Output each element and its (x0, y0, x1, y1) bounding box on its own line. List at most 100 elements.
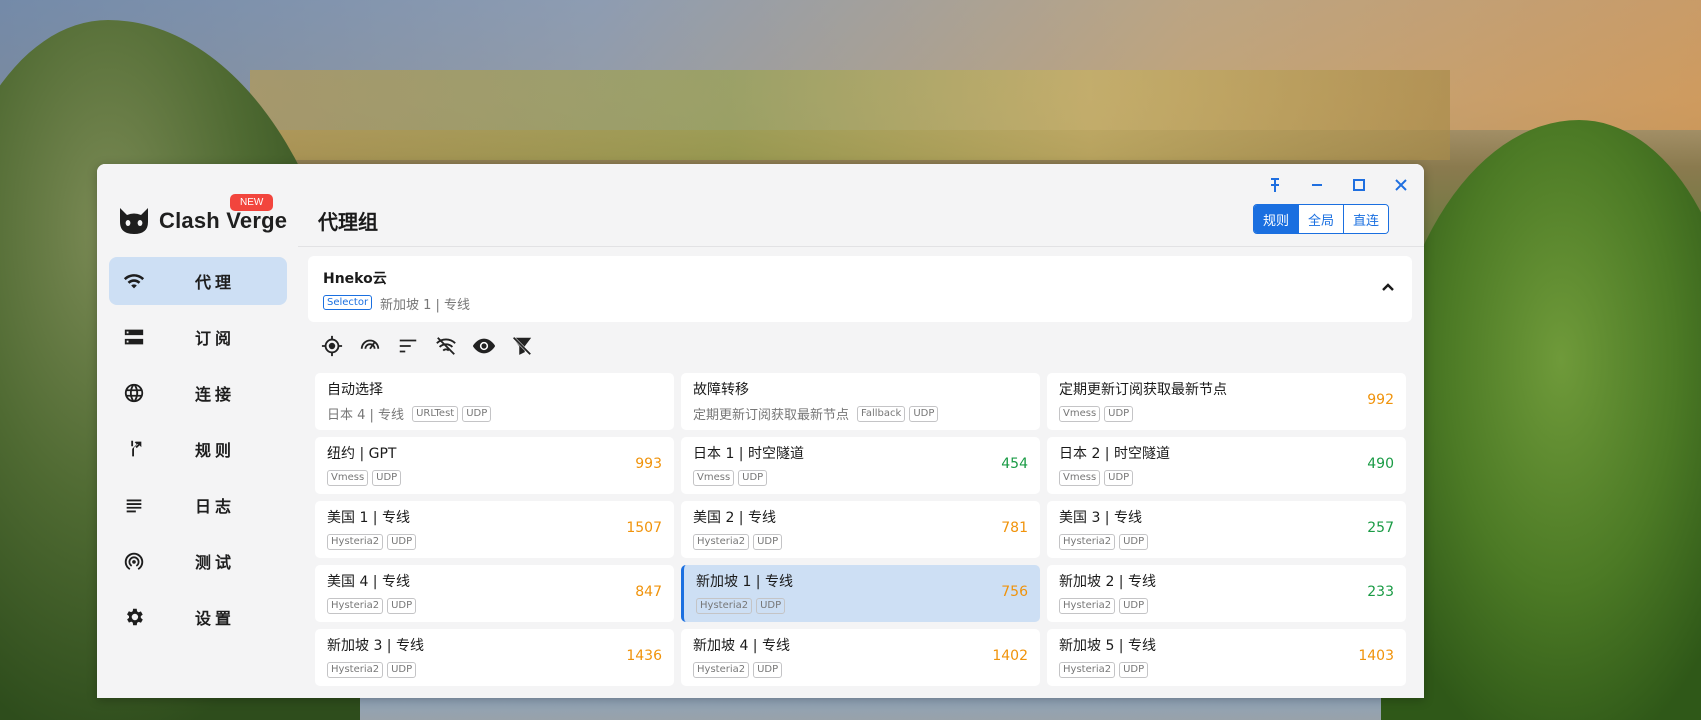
wifi-icon (123, 270, 145, 292)
pin-icon[interactable] (1264, 174, 1286, 196)
sidebar-item-label: 代理 (195, 273, 236, 292)
divider (298, 246, 1424, 247)
mode-direct-button[interactable]: 直连 (1343, 205, 1388, 233)
sidebar-item-logs[interactable]: 日志 (109, 481, 287, 529)
proxy-delay[interactable]: 992 (1367, 392, 1394, 408)
proxy-delay[interactable]: 1507 (626, 520, 662, 536)
proxy-tag: UDP (387, 598, 417, 614)
app-window: NEW Clash Verge 代理 订阅 连接 规则 日志 测试 设置 代理组… (97, 164, 1424, 698)
proxy-delay[interactable]: 1403 (1358, 648, 1394, 664)
proxy-meta: Hysteria2 UDP (1059, 662, 1149, 678)
proxy-meta: Hysteria2 UDP (327, 534, 417, 550)
proxy-tag: Vmess (693, 470, 735, 486)
minimize-icon[interactable] (1306, 174, 1328, 196)
visibility-icon[interactable] (472, 334, 495, 357)
proxy-tag: Hysteria2 (693, 662, 750, 678)
proxy-toolbar (320, 334, 533, 357)
proxy-tag: Hysteria2 (1059, 598, 1116, 614)
proxy-list: 自动选择 日本 4 | 专线 URLTest UDP 故障转移 定期更新订阅获取最新节点 F… (315, 373, 1406, 686)
proxy-delay[interactable]: 847 (635, 584, 662, 600)
proxy-name: 新加坡 1 | 专线 (696, 574, 793, 590)
proxy-delay[interactable]: 233 (1367, 584, 1394, 600)
proxy-card[interactable]: 日本 2 | 时空隧道 Vmess UDP 490 (1047, 437, 1406, 494)
sidebar-item-label: 日志 (195, 497, 236, 516)
sidebar-item-settings[interactable]: 设置 (109, 593, 287, 641)
proxy-name: 新加坡 5 | 专线 (1059, 638, 1156, 654)
proxy-card[interactable]: 新加坡 1 | 专线 Hysteria2 UDP 756 (681, 565, 1040, 622)
proxy-delay[interactable]: 1436 (626, 648, 662, 664)
sidebar: NEW Clash Verge 代理 订阅 连接 规则 日志 测试 设置 (97, 164, 299, 698)
maximize-icon[interactable] (1348, 174, 1370, 196)
proxy-card[interactable]: 美国 1 | 专线 Hysteria2 UDP 1507 (315, 501, 674, 558)
proxy-card[interactable]: 故障转移 定期更新订阅获取最新节点 Fallback UDP (681, 373, 1040, 430)
proxy-tag: Vmess (1059, 406, 1101, 422)
proxy-current-node: 日本 4 | 专线 (327, 408, 405, 423)
mode-global-button[interactable]: 全局 (1298, 205, 1343, 233)
proxy-card[interactable]: 新加坡 2 | 专线 Hysteria2 UDP 233 (1047, 565, 1406, 622)
proxy-meta: Hysteria2 UDP (693, 662, 783, 678)
proxy-delay[interactable]: 490 (1367, 456, 1394, 472)
proxy-meta: Vmess UDP (1059, 406, 1134, 422)
window-controls (1264, 174, 1412, 196)
group-type-badge: Selector (323, 295, 373, 310)
proxy-card[interactable]: 美国 3 | 专线 Hysteria2 UDP 257 (1047, 501, 1406, 558)
proxy-delay[interactable]: 454 (1001, 456, 1028, 472)
app-logo: Clash Verge (117, 204, 287, 238)
sidebar-item-test[interactable]: 测试 (109, 537, 287, 585)
proxy-card[interactable]: 新加坡 4 | 专线 Hysteria2 UDP 1402 (681, 629, 1040, 686)
proxy-card[interactable]: 新加坡 5 | 专线 Hysteria2 UDP 1403 (1047, 629, 1406, 686)
group-name: Hneko云 (323, 271, 387, 287)
proxy-tag: UDP (1119, 662, 1149, 678)
hide-unavailable-icon[interactable] (434, 334, 457, 357)
globe-icon (123, 382, 145, 404)
sidebar-item-subscription[interactable]: 订阅 (109, 313, 287, 361)
proxy-tag: Hysteria2 (693, 534, 750, 550)
proxy-delay[interactable]: 781 (1001, 520, 1028, 536)
proxy-tag: Hysteria2 (1059, 534, 1116, 550)
proxy-delay[interactable]: 993 (635, 456, 662, 472)
sidebar-item-connections[interactable]: 连接 (109, 369, 287, 417)
close-icon[interactable] (1390, 174, 1412, 196)
speed-test-icon[interactable] (358, 334, 381, 357)
proxy-card[interactable]: 新加坡 3 | 专线 Hysteria2 UDP 1436 (315, 629, 674, 686)
page-title: 代理组 (318, 210, 378, 234)
proxy-card[interactable]: 美国 4 | 专线 Hysteria2 UDP 847 (315, 565, 674, 622)
proxy-meta: 日本 4 | 专线 URLTest UDP (327, 404, 492, 423)
sidebar-item-label: 设置 (195, 609, 236, 628)
proxy-tag: Hysteria2 (327, 662, 384, 678)
proxy-tag: UDP (738, 470, 768, 486)
proxy-card[interactable]: 自动选择 日本 4 | 专线 URLTest UDP (315, 373, 674, 430)
proxy-meta: Hysteria2 UDP (327, 598, 417, 614)
filter-off-icon[interactable] (510, 334, 533, 357)
proxy-delay[interactable]: 1402 (992, 648, 1028, 664)
sidebar-item-rules[interactable]: 规则 (109, 425, 287, 473)
locate-icon[interactable] (320, 334, 343, 357)
proxy-name: 美国 4 | 专线 (327, 574, 410, 590)
sort-icon[interactable] (396, 334, 419, 357)
proxy-tag: UDP (909, 405, 939, 422)
proxy-delay[interactable]: 756 (1001, 584, 1028, 600)
proxy-meta: Hysteria2 UDP (327, 662, 417, 678)
group-current-proxy: 新加坡 1 | 专线 (380, 298, 471, 313)
proxy-group-header[interactable]: Hneko云 Selector 新加坡 1 | 专线 (308, 256, 1412, 322)
proxy-meta: Vmess UDP (1059, 470, 1134, 486)
proxy-card[interactable]: 日本 1 | 时空隧道 Vmess UDP 454 (681, 437, 1040, 494)
chevron-up-icon[interactable] (1380, 280, 1396, 296)
proxy-name: 定期更新订阅获取最新节点 (1059, 382, 1227, 398)
proxy-card[interactable]: 纽约 | GPT Vmess UDP 993 (315, 437, 674, 494)
storage-icon (123, 326, 145, 348)
cat-logo-icon (120, 208, 148, 234)
proxy-card[interactable]: 美国 2 | 专线 Hysteria2 UDP 781 (681, 501, 1040, 558)
sidebar-item-proxy[interactable]: 代理 (109, 257, 287, 305)
proxy-tag: URLTest (412, 405, 459, 422)
proxy-name: 新加坡 3 | 专线 (327, 638, 424, 654)
proxy-tag: Hysteria2 (696, 598, 753, 614)
fork-arrow-icon (123, 438, 145, 460)
proxy-delay[interactable]: 257 (1367, 520, 1394, 536)
mode-rule-button[interactable]: 规则 (1254, 205, 1298, 233)
proxy-card[interactable]: 定期更新订阅获取最新节点 Vmess UDP 992 (1047, 373, 1406, 430)
proxy-name: 美国 3 | 专线 (1059, 510, 1142, 526)
proxy-meta: Vmess UDP (693, 470, 768, 486)
sidebar-item-label: 连接 (195, 385, 236, 404)
proxy-tag: UDP (387, 662, 417, 678)
